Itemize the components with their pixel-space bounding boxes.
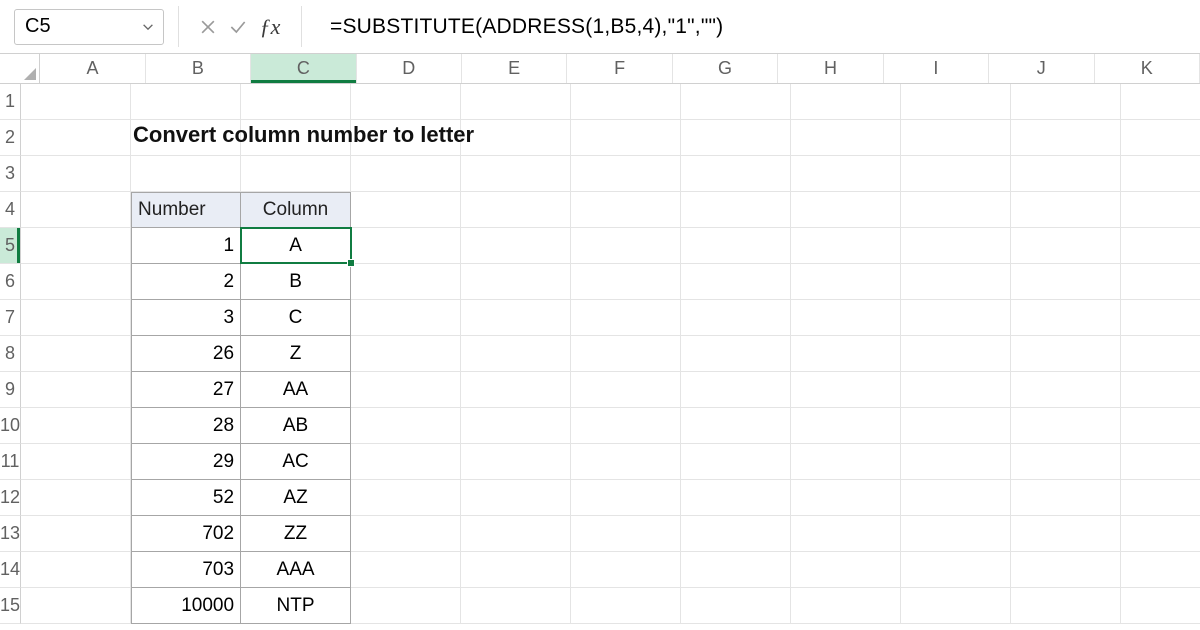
chevron-down-icon (141, 20, 155, 34)
worksheet-grid[interactable]: A B C D E F G H I J K 1 2 3 4 5 6 7 8 9 … (0, 54, 1200, 630)
table-cell-column[interactable]: B (241, 264, 351, 300)
table-cell-column[interactable]: AC (241, 444, 351, 480)
table-cell-column[interactable]: AB (241, 408, 351, 444)
divider (301, 6, 302, 47)
divider (178, 6, 179, 47)
cell-area[interactable]: Number Column 1 A 2 B 3 C (21, 84, 1200, 624)
table-cell-column[interactable]: A (241, 228, 351, 264)
table-cell-number[interactable]: 1 (131, 228, 241, 264)
row-header-2[interactable]: 2 (0, 120, 21, 156)
row-header-6[interactable]: 6 (0, 264, 21, 300)
row-header-15[interactable]: 15 (0, 588, 21, 624)
column-header-A[interactable]: A (40, 54, 145, 83)
column-header-row: A B C D E F G H I J K (0, 54, 1200, 84)
select-all-corner[interactable] (0, 54, 40, 83)
row-header-13[interactable]: 13 (0, 516, 21, 552)
table-cell-column[interactable]: NTP (241, 588, 351, 624)
table-cell-number[interactable]: 3 (131, 300, 241, 336)
table-cell-number[interactable]: 27 (131, 372, 241, 408)
row-header-9[interactable]: 9 (0, 372, 21, 408)
table-cell-number[interactable]: 10000 (131, 588, 241, 624)
column-header-E[interactable]: E (462, 54, 567, 83)
table-cell-number[interactable]: 703 (131, 552, 241, 588)
row-header-column: 1 2 3 4 5 6 7 8 9 10 11 12 13 14 15 (0, 84, 21, 624)
table-header-column[interactable]: Column (241, 192, 351, 228)
row-header-11[interactable]: 11 (0, 444, 21, 480)
table-cell-column[interactable]: C (241, 300, 351, 336)
name-box-value: C5 (25, 15, 51, 38)
cancel-formula-button[interactable] (193, 0, 223, 54)
table-cell-number[interactable]: 29 (131, 444, 241, 480)
name-box[interactable]: C5 (14, 9, 164, 45)
row-header-3[interactable]: 3 (0, 156, 21, 192)
page-title: Convert column number to letter (133, 122, 474, 148)
column-header-D[interactable]: D (357, 54, 462, 83)
column-header-J[interactable]: J (989, 54, 1094, 83)
row-header-10[interactable]: 10 (0, 408, 21, 444)
table-cell-number[interactable]: 702 (131, 516, 241, 552)
row-header-5[interactable]: 5 (0, 228, 21, 264)
column-header-B[interactable]: B (146, 54, 251, 83)
enter-formula-button[interactable] (223, 0, 253, 54)
row-header-4[interactable]: 4 (0, 192, 21, 228)
table-cell-column[interactable]: AAA (241, 552, 351, 588)
row-header-12[interactable]: 12 (0, 480, 21, 516)
column-header-G[interactable]: G (673, 54, 778, 83)
row-header-14[interactable]: 14 (0, 552, 21, 588)
column-header-C[interactable]: C (251, 54, 356, 83)
column-header-H[interactable]: H (778, 54, 883, 83)
fx-icon: ƒx (260, 14, 281, 40)
column-header-I[interactable]: I (884, 54, 989, 83)
table-cell-number[interactable]: 52 (131, 480, 241, 516)
row-header-1[interactable]: 1 (0, 84, 21, 120)
table-cell-number[interactable]: 26 (131, 336, 241, 372)
formula-input[interactable]: =SUBSTITUTE(ADDRESS(1,B5,4),"1","") (316, 0, 1200, 53)
row-header-8[interactable]: 8 (0, 336, 21, 372)
table-header-number[interactable]: Number (131, 192, 241, 228)
insert-function-button[interactable]: ƒx (253, 0, 287, 53)
table-cell-column[interactable]: ZZ (241, 516, 351, 552)
formula-text: =SUBSTITUTE(ADDRESS(1,B5,4),"1","") (330, 15, 723, 39)
table-cell-column[interactable]: Z (241, 336, 351, 372)
fill-handle[interactable] (347, 259, 355, 267)
table-cell-number[interactable]: 2 (131, 264, 241, 300)
row-header-7[interactable]: 7 (0, 300, 21, 336)
column-header-K[interactable]: K (1095, 54, 1200, 83)
table-cell-column[interactable]: AZ (241, 480, 351, 516)
name-box-container: C5 (0, 0, 164, 53)
table-cell-column[interactable]: AA (241, 372, 351, 408)
table-cell-number[interactable]: 28 (131, 408, 241, 444)
formula-bar: C5 ƒx =SUBSTITUTE(ADDRESS(1,B5,4),"1",""… (0, 0, 1200, 54)
column-header-F[interactable]: F (567, 54, 672, 83)
